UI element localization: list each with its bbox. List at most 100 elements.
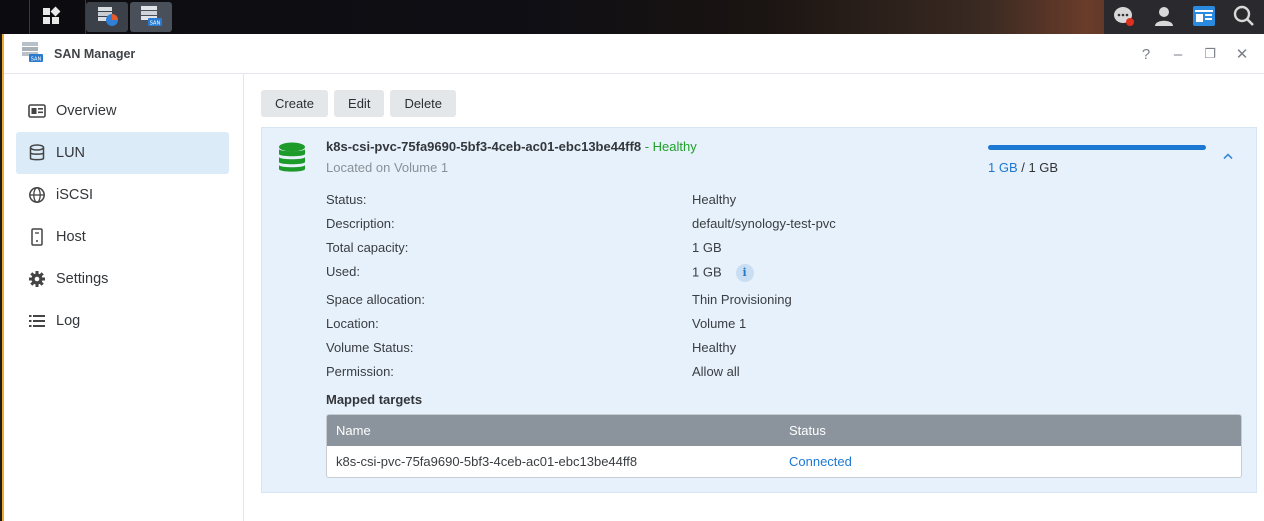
detail-value: 1 GB	[692, 240, 722, 255]
window-titlebar[interactable]: SAN SAN Manager ? – ❐ ✕	[4, 34, 1264, 74]
user-button[interactable]	[1144, 0, 1184, 34]
restore-button[interactable]: ❐	[1194, 42, 1226, 66]
info-icon[interactable]: i	[735, 264, 754, 282]
widgets-button[interactable]	[1184, 0, 1224, 34]
lun-status-badge: - Healthy	[644, 139, 697, 154]
target-name-cell: k8s-csi-pvc-75fa9690-5bf3-4ceb-ac01-ebc1…	[336, 454, 638, 469]
detail-row-location: Location: Volume 1	[326, 316, 1226, 340]
sidebar-item-host[interactable]: Host	[16, 216, 229, 258]
mapped-targets-table: Name Status k8s-csi-pvc-75fa9690-5bf3-4c…	[326, 414, 1242, 478]
capacity-text: 1 GB / 1 GB	[988, 160, 1058, 175]
detail-row-space-allocation: Space allocation: Thin Provisioning	[326, 292, 1226, 316]
detail-value: Allow all	[692, 364, 740, 379]
lun-location: Located on Volume 1	[326, 160, 449, 175]
sidebar-item-label: LUN	[56, 145, 86, 161]
taskbar-left: SAN	[0, 0, 174, 34]
list-icon	[28, 312, 46, 330]
sidebar-item-label: Host	[56, 229, 86, 245]
globe-icon	[28, 186, 46, 204]
detail-value: Thin Provisioning	[692, 292, 792, 307]
detail-row-total-capacity: Total capacity: 1 GB	[326, 240, 1226, 264]
gear-icon	[28, 270, 46, 288]
detail-label: Space allocation:	[326, 292, 426, 307]
detail-value: default/synology-test-pvc	[692, 216, 836, 231]
search-button[interactable]	[1224, 0, 1264, 34]
detail-value: Volume 1	[692, 316, 747, 331]
column-header-name[interactable]: Name	[327, 423, 780, 438]
capacity-separator: /	[1017, 160, 1029, 175]
edit-button[interactable]: Edit	[334, 90, 385, 117]
window-title: SAN Manager	[54, 46, 136, 61]
taskbar-separator	[72, 0, 86, 34]
overview-icon	[28, 102, 46, 120]
lun-item[interactable]: k8s-csi-pvc-75fa9690-5bf3-4ceb-ac01-ebc1…	[261, 127, 1257, 493]
sidebar-item-lun[interactable]: LUN	[16, 132, 229, 174]
storage-app-icon	[95, 4, 119, 31]
column-header-status[interactable]: Status	[780, 423, 826, 438]
sidebar-item-overview[interactable]: Overview	[16, 90, 229, 132]
detail-value-wrap: 1 GB i	[692, 264, 754, 282]
database-icon	[28, 144, 46, 162]
sidebar-item-label: Overview	[56, 103, 117, 119]
detail-label: Location:	[326, 316, 379, 331]
sidebar-item-label: Log	[56, 313, 81, 329]
sidebar-item-label: iSCSI	[56, 187, 94, 203]
delete-button[interactable]: Delete	[390, 90, 457, 117]
lun-database-icon	[278, 142, 306, 177]
svg-text:SAN: SAN	[150, 20, 161, 26]
san-app-icon: SAN	[20, 40, 44, 67]
chat-notification-icon	[1112, 4, 1136, 31]
taskbar-app-storage[interactable]	[86, 2, 128, 32]
mapped-targets-heading: Mapped targets	[326, 392, 423, 407]
restore-icon: ❐	[1204, 46, 1216, 61]
sidebar-item-log[interactable]: Log	[16, 300, 229, 342]
main-menu-button[interactable]	[30, 0, 72, 34]
chat-button[interactable]	[1104, 0, 1144, 34]
target-status-cell: Connected	[789, 454, 852, 469]
toolbar: Create Edit Delete	[245, 74, 1264, 117]
create-button[interactable]: Create	[261, 90, 329, 117]
help-button[interactable]: ?	[1130, 42, 1162, 66]
detail-value: Healthy	[692, 192, 737, 207]
capacity-used: 1 GB	[988, 160, 1018, 175]
detail-value: Healthy	[692, 340, 737, 355]
widgets-icon	[1192, 5, 1216, 30]
table-header: Name Status	[327, 415, 1241, 446]
taskbar-separator	[0, 0, 30, 34]
sidebar-item-settings[interactable]: Settings	[16, 258, 229, 300]
san-manager-window: SAN SAN Manager ? – ❐ ✕ Overview LUN iSC…	[2, 34, 1264, 521]
taskbar: SAN	[0, 0, 1264, 34]
chevron-up-icon[interactable]	[1222, 148, 1234, 163]
svg-text:SAN: SAN	[31, 57, 42, 63]
minimize-button[interactable]: –	[1162, 42, 1194, 66]
taskbar-right	[1104, 0, 1264, 34]
detail-value: 1 GB	[692, 264, 722, 280]
help-icon: ?	[1141, 45, 1151, 63]
detail-label: Description:	[326, 216, 395, 231]
capacity-bar	[988, 145, 1206, 150]
detail-label: Permission:	[326, 364, 394, 379]
lun-details: Status: Healthy Description: default/syn…	[326, 192, 1226, 388]
detail-label: Status:	[326, 192, 367, 207]
main-content: Create Edit Delete k8s-csi-pvc-75fa9690-…	[245, 74, 1264, 521]
window-controls: ? – ❐ ✕	[1130, 42, 1258, 66]
sidebar-item-iscsi[interactable]: iSCSI	[16, 174, 229, 216]
grid-icon	[41, 6, 61, 29]
table-row[interactable]: k8s-csi-pvc-75fa9690-5bf3-4ceb-ac01-ebc1…	[327, 446, 1241, 477]
detail-row-status: Status: Healthy	[326, 192, 1226, 216]
host-icon	[28, 228, 46, 246]
detail-label: Total capacity:	[326, 240, 409, 255]
detail-row-description: Description: default/synology-test-pvc	[326, 216, 1226, 240]
detail-row-volume-status: Volume Status: Healthy	[326, 340, 1226, 364]
lun-title: k8s-csi-pvc-75fa9690-5bf3-4ceb-ac01-ebc1…	[326, 139, 697, 154]
minimize-icon: –	[1173, 45, 1183, 63]
user-icon	[1153, 5, 1175, 30]
detail-row-permission: Permission: Allow all	[326, 364, 1226, 388]
close-button[interactable]: ✕	[1226, 42, 1258, 66]
sidebar-item-label: Settings	[56, 271, 109, 287]
close-icon: ✕	[1235, 46, 1249, 63]
san-app-icon: SAN	[139, 4, 163, 31]
detail-label: Volume Status:	[326, 340, 414, 355]
detail-label: Used:	[326, 264, 360, 279]
taskbar-app-san[interactable]: SAN	[130, 2, 172, 32]
